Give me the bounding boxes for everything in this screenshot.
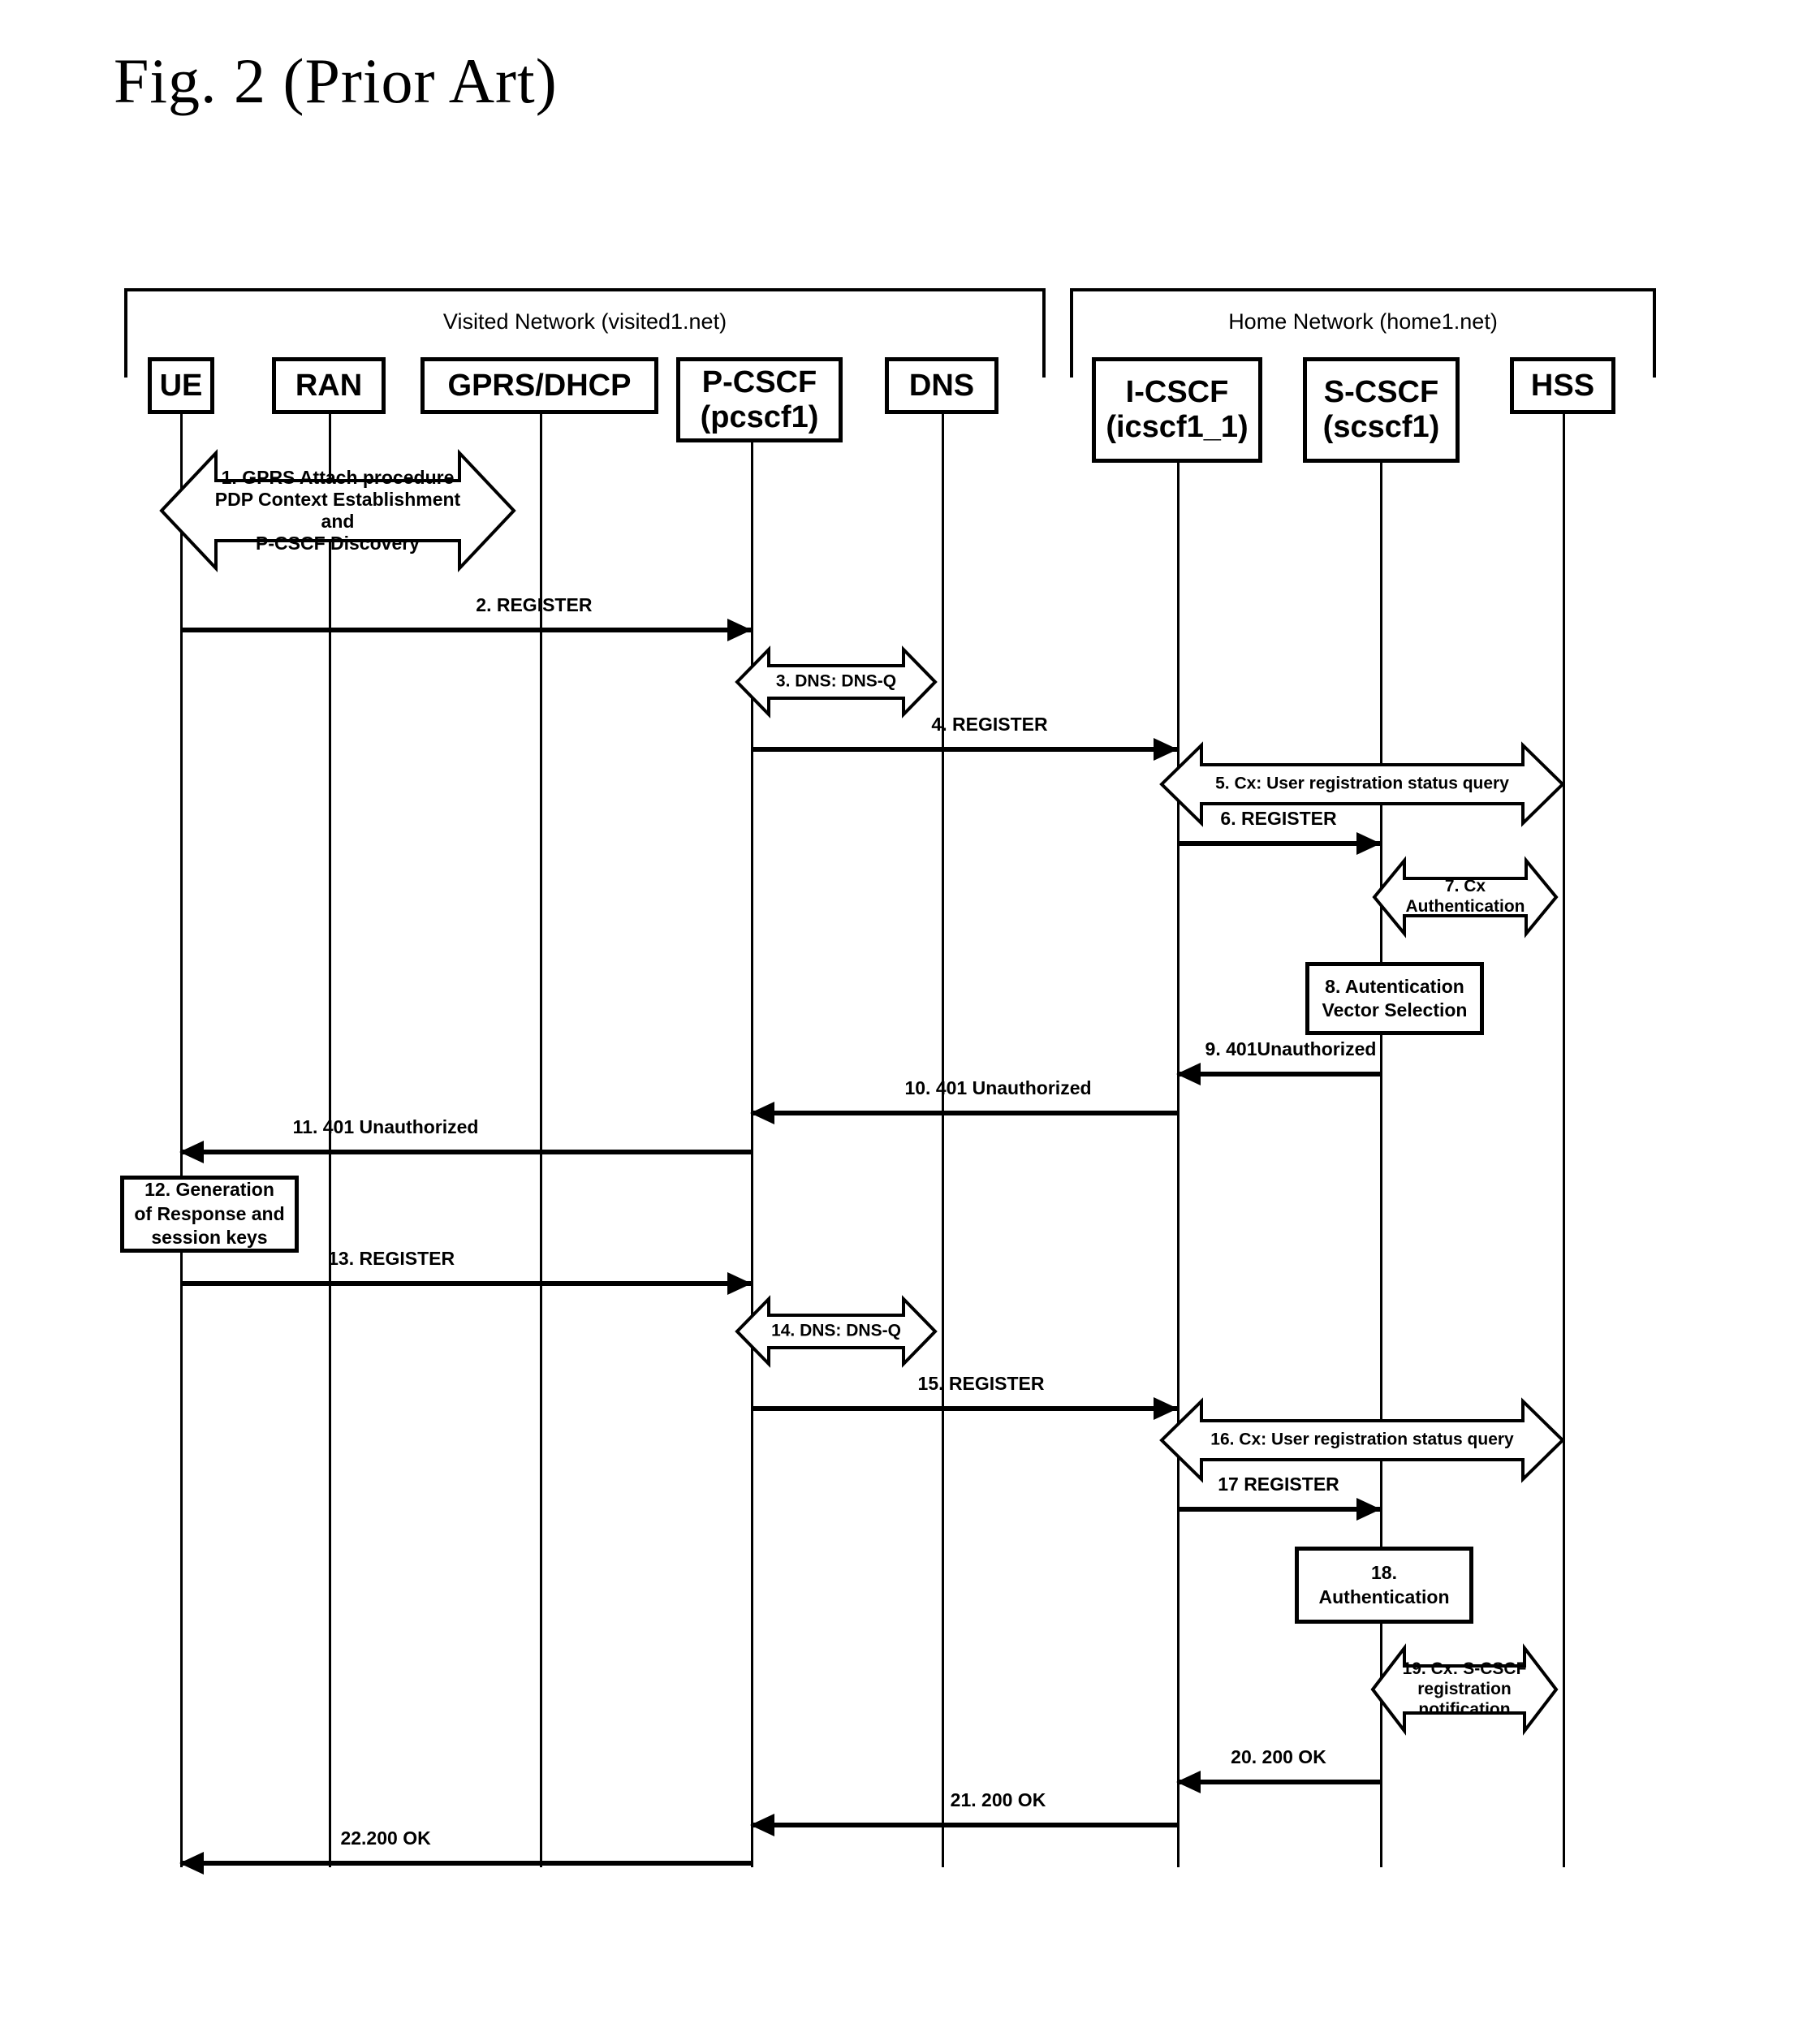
entity-hss-label: HSS [1530,368,1595,403]
step-6-label: 6. REGISTER [1220,808,1337,829]
step-14-biarrow: 14. DNS: DNS-Q [735,1291,938,1372]
step-5-label: 5. Cx: User registration status query [1215,774,1509,793]
step-3-biarrow: 3. DNS: DNS-Q [735,641,938,723]
step-1-biarrow: 1. GPRS Attach procedure PDP Context Est… [159,438,516,583]
entity-dns[interactable]: DNS [885,357,998,414]
step-13-label: 13. REGISTER [328,1248,455,1269]
step-7-biarrow: 7. Cx Authentication [1372,854,1559,940]
entity-icscf[interactable]: I-CSCF (icscf1_1) [1092,357,1262,463]
lifeline-hss [1563,414,1565,1867]
step-9-label: 9. 401Unauthorized [1205,1038,1377,1059]
step-12-process-box: 12. Generation of Response and session k… [120,1176,299,1253]
network-label-home: Home Network (home1.net) [1228,309,1498,334]
step-16-label: 16. Cx: User registration status query [1210,1430,1514,1449]
entity-scscf-label: S-CSCF [1323,375,1439,410]
step-21-label: 21. 200 OK [950,1789,1046,1810]
entity-pcscf-label: P-CSCF [701,365,817,399]
entity-gprs[interactable]: GPRS/DHCP [420,357,658,414]
step-3-label: 3. DNS: DNS-Q [775,671,897,691]
network-label-visited: Visited Network (visited1.net) [442,309,727,334]
step-12-label: 12. Generation of Response and session k… [134,1179,285,1249]
step-14-label: 14. DNS: DNS-Q [771,1321,901,1340]
lifeline-icscf [1177,463,1180,1867]
step-18-label: 18. Authentication [1318,1562,1450,1607]
figure-canvas: Fig. 2 (Prior Art) Visited Network (visi… [0,0,1820,2028]
figure-title: Fig. 2 (Prior Art) [114,45,558,116]
lifeline-dns [942,414,944,1867]
entity-scscf-sublabel: (scscf1) [1322,410,1440,444]
step-22-label: 22.200 OK [340,1827,431,1849]
entity-ran[interactable]: RAN [272,357,386,414]
step-18-process-box: 18. Authentication [1295,1547,1473,1624]
step-7-label: 7. Cx Authentication [1405,877,1525,916]
step-8-label: 8. Autentication Vector Selection [1322,975,1468,1020]
step-8-process-box: 8. Autentication Vector Selection [1305,962,1484,1035]
step-2-label: 2. REGISTER [476,594,593,615]
step-1-label: 1. GPRS Attach procedure PDP Context Est… [214,466,461,554]
step-17-label: 17 REGISTER [1218,1474,1339,1495]
entity-scscf[interactable]: S-CSCF (scscf1) [1303,357,1460,463]
entity-ue-label: UE [159,368,203,403]
entity-ue[interactable]: UE [148,357,214,414]
step-19-biarrow: 19. Cx: S-CSCF registration notification [1370,1640,1559,1739]
step-15-label: 15. REGISTER [917,1373,1045,1394]
entity-pcscf-sublabel: (pcscf1) [700,399,819,434]
entity-hss[interactable]: HSS [1510,357,1615,414]
entity-icscf-sublabel: (icscf1_1) [1106,410,1249,444]
entity-ran-label: RAN [295,368,363,403]
entity-pcscf[interactable]: P-CSCF (pcscf1) [676,357,843,442]
step-19-label: 19. Cx: S-CSCF registration notification [1402,1659,1527,1719]
entity-dns-label: DNS [908,368,975,403]
step-10-label: 10. 401 Unauthorized [904,1077,1092,1098]
step-11-label: 11. 401 Unauthorized [292,1116,479,1137]
step-20-label: 20. 200 OK [1231,1746,1326,1767]
entity-gprs-label: GPRS/DHCP [447,368,632,403]
step-4-label: 4. REGISTER [931,714,1048,735]
step-16-biarrow: 16. Cx: User registration status query [1159,1395,1565,1486]
entity-icscf-label: I-CSCF [1125,375,1229,410]
